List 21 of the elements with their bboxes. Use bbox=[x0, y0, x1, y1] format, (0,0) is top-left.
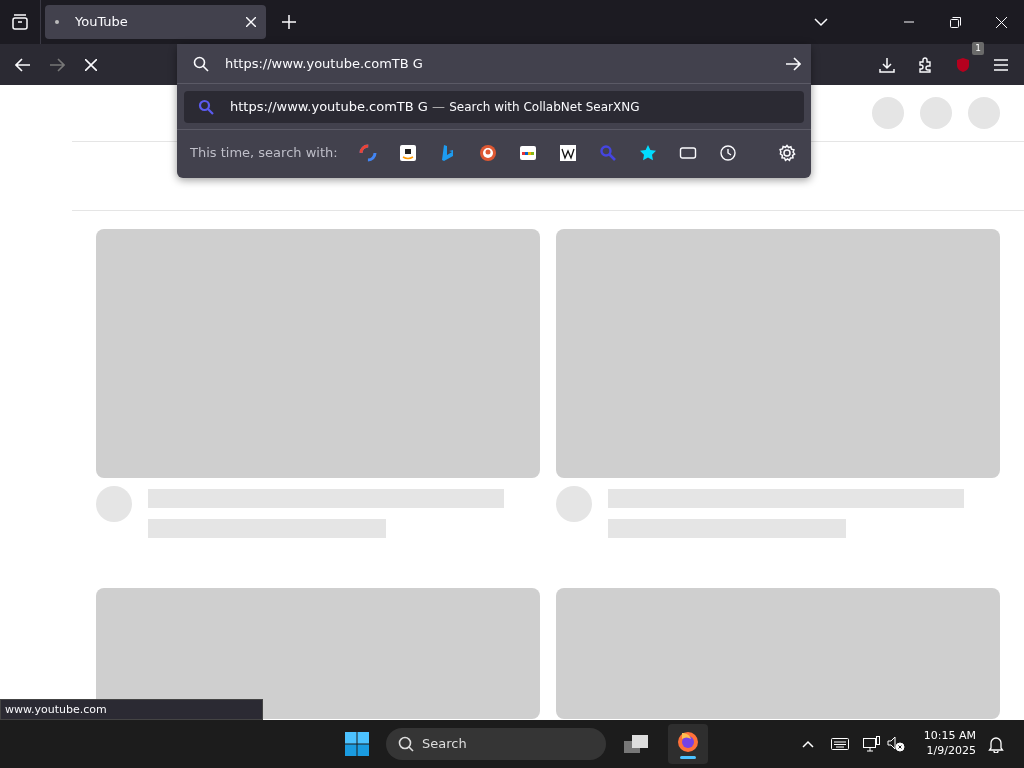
loading-dot-icon bbox=[55, 20, 59, 24]
browser-tab[interactable]: YouTube bbox=[45, 5, 266, 39]
taskbar-search-field[interactable]: Search bbox=[386, 728, 606, 760]
fox-globe-icon bbox=[676, 729, 700, 753]
search-icon bbox=[198, 99, 214, 115]
skeleton-circle bbox=[968, 97, 1000, 129]
search-icon bbox=[193, 55, 209, 72]
firefox-taskbar-button[interactable] bbox=[668, 724, 708, 764]
skeleton-circle bbox=[872, 97, 904, 129]
go-arrow-icon[interactable] bbox=[785, 56, 801, 71]
one-off-label: This time, search with: bbox=[190, 143, 338, 162]
search-suggestion[interactable]: https://www.youtube.comTB G — Search with CollabNet SearXNG bbox=[184, 91, 804, 123]
skeleton-circle bbox=[556, 486, 592, 522]
skeleton-circle bbox=[920, 97, 952, 129]
start-icon[interactable] bbox=[344, 731, 370, 757]
search-icon bbox=[398, 736, 414, 752]
address-field[interactable]: https://www.youtube.comTB G bbox=[177, 44, 811, 84]
status-url: www.youtube.com bbox=[0, 699, 263, 720]
close-tab-icon[interactable] bbox=[246, 17, 256, 27]
clock[interactable]: 10:15 AM 1/9/2025 bbox=[923, 729, 976, 759]
skeleton-circle bbox=[96, 486, 132, 522]
